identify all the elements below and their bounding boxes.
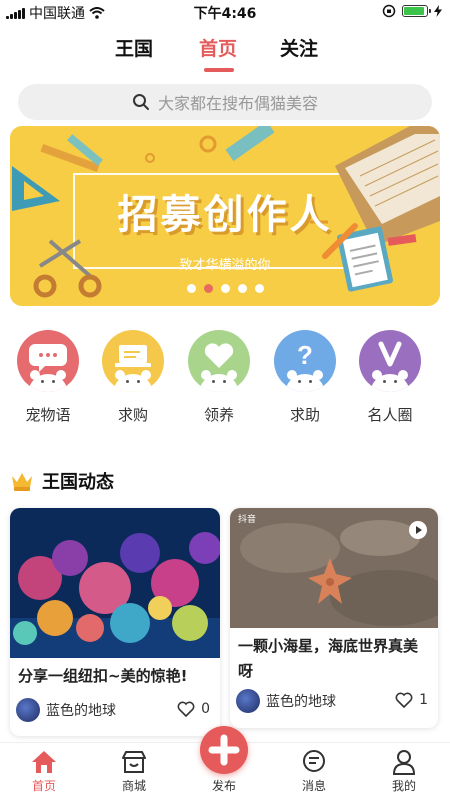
- post-title: 分享一组纽扣~美的惊艳!: [18, 667, 188, 685]
- category-label: 求购: [117, 406, 148, 424]
- crown-icon: [12, 473, 32, 491]
- category-celebrity-circle[interactable]: 名人圈: [358, 330, 422, 425]
- nav-label: 消息: [301, 779, 326, 793]
- avatar: [16, 698, 40, 722]
- banner-title: 招募创作人: [117, 192, 333, 238]
- section-title: 王国动态: [42, 472, 114, 493]
- carousel-dot[interactable]: [186, 284, 196, 293]
- active-tab-indicator: [204, 68, 234, 72]
- message-icon: [303, 750, 325, 772]
- nav-messages[interactable]: 消息: [284, 749, 344, 794]
- battery-icon: [402, 5, 431, 17]
- category-label: 宠物语: [25, 406, 71, 424]
- section-heading: 王国动态: [10, 468, 114, 494]
- post-author[interactable]: 蓝色的地球: [16, 698, 116, 722]
- promo-banner[interactable]: 招募创作人 致才华横溢的你: [10, 126, 440, 306]
- heart-outline-icon: [395, 692, 413, 708]
- shop-icon: [122, 751, 146, 773]
- post-card[interactable]: 分享一组纽扣~美的惊艳! 蓝色的地球 0: [10, 508, 220, 736]
- banner-subtitle: 致才华横溢的你: [179, 258, 271, 273]
- post-author[interactable]: 蓝色的地球: [236, 689, 336, 713]
- author-name: 蓝色的地球: [46, 703, 116, 719]
- like-count: 0: [201, 701, 210, 717]
- nav-home[interactable]: 首页: [14, 749, 74, 794]
- carousel-dot[interactable]: [237, 284, 247, 293]
- author-name: 蓝色的地球: [266, 694, 336, 710]
- nav-mall[interactable]: 商城: [104, 749, 164, 794]
- home-icon: [32, 751, 56, 773]
- search-placeholder: 大家都在搜布偶猫美容: [157, 94, 318, 113]
- post-image-starfish: [230, 508, 438, 628]
- category-want-to-buy[interactable]: 求购: [101, 330, 165, 425]
- like-count: 1: [419, 692, 428, 708]
- post-title: 一颗小海星，海底世界真美呀: [238, 637, 419, 680]
- post-image-coral: [10, 508, 220, 658]
- category-icon-circle: [17, 330, 79, 392]
- rotation-lock-icon: [382, 4, 396, 18]
- plus-icon: [208, 734, 240, 766]
- svg-text:?: ?: [297, 340, 313, 370]
- nav-publish[interactable]: 发布: [194, 777, 254, 794]
- play-icon[interactable]: [408, 520, 428, 540]
- carousel-dot-active[interactable]: [203, 284, 213, 293]
- nav-profile[interactable]: 我的: [374, 749, 434, 794]
- tab-kingdom[interactable]: 王国: [115, 34, 153, 61]
- category-icon-circle: ?: [274, 330, 336, 392]
- publish-button[interactable]: [200, 726, 248, 774]
- like-button[interactable]: 0: [177, 701, 210, 717]
- category-label: 名人圈: [367, 406, 413, 424]
- carousel-dot[interactable]: [220, 284, 230, 293]
- carousel-dots: [10, 284, 440, 293]
- search-bar[interactable]: 大家都在搜布偶猫美容: [18, 84, 432, 120]
- category-help[interactable]: ? 求助: [273, 330, 337, 425]
- nav-label: 发布: [211, 779, 236, 793]
- category-adopt[interactable]: 领养: [187, 330, 251, 425]
- status-bar: 中国联通 下午4:46: [0, 0, 450, 24]
- category-label: 求助: [289, 406, 320, 424]
- nav-label: 我的: [391, 779, 416, 793]
- category-icon-circle: [359, 330, 421, 392]
- nav-label: 商城: [121, 779, 146, 793]
- carousel-dot[interactable]: [254, 284, 264, 293]
- category-label: 领养: [203, 406, 234, 424]
- like-button[interactable]: 1: [395, 692, 428, 708]
- tab-home[interactable]: 首页: [199, 34, 237, 61]
- video-watermark: 抖音: [238, 515, 257, 525]
- tab-follow[interactable]: 关注: [280, 34, 318, 61]
- category-icon-circle: [188, 330, 250, 392]
- search-icon: [132, 94, 149, 110]
- category-icon-circle: [102, 330, 164, 392]
- avatar: [236, 689, 260, 713]
- charging-icon: [434, 5, 442, 17]
- category-pet-language[interactable]: 宠物语: [16, 330, 80, 425]
- heart-outline-icon: [177, 701, 195, 717]
- post-card[interactable]: 抖音 一颗小海星，海底世界真美呀 蓝色的地球 1: [230, 508, 438, 728]
- nav-label: 首页: [31, 779, 56, 793]
- user-icon: [392, 750, 416, 775]
- status-right: [382, 4, 442, 18]
